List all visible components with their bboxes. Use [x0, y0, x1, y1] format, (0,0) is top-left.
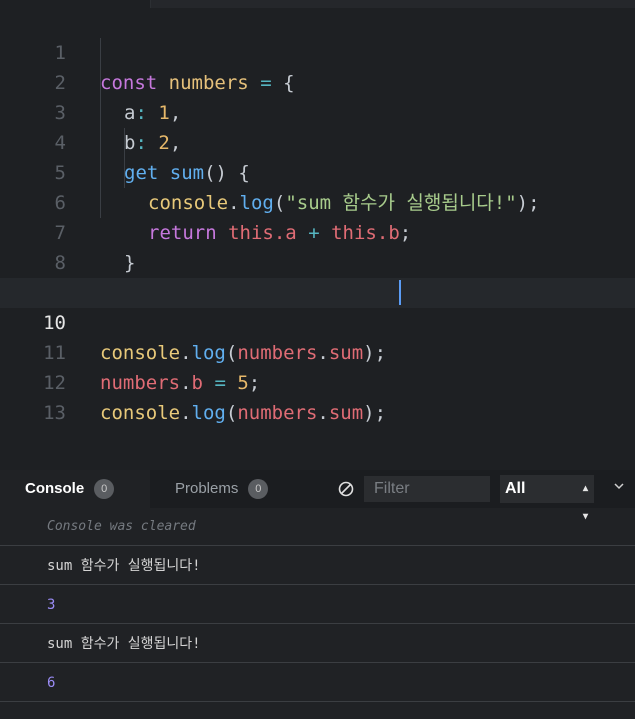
- console-panel: Console 0 Problems 0 All ▴▾ Console was cl…: [0, 470, 635, 719]
- code-line[interactable]: 2 a: 1,: [0, 38, 635, 124]
- console-message: 3: [0, 586, 635, 624]
- code-line[interactable]: 5 console.log("sum 함수가 실행됩니다!");: [0, 128, 635, 214]
- code-line[interactable]: 3 b: 2,: [0, 68, 635, 154]
- tab-console[interactable]: Console 0: [0, 470, 150, 508]
- filter-input[interactable]: [364, 476, 490, 502]
- clear-console-icon[interactable]: [338, 481, 354, 497]
- tab-label: Problems: [175, 480, 239, 497]
- code-line[interactable]: 8 };: [0, 218, 635, 304]
- chevron-down-icon[interactable]: [612, 479, 626, 493]
- code-line[interactable]: 4 get sum() {: [0, 98, 635, 184]
- code-editor[interactable]: 1 const numbers = { 2 a: 1, 3 b: 2, 4 ge…: [0, 0, 635, 470]
- log-level-select[interactable]: All ▴ ▾: [500, 475, 594, 522]
- console-toolbar: Console 0 Problems 0 All ▴▾: [0, 470, 635, 522]
- editor-top-strip: [150, 0, 635, 8]
- console-message: 6: [0, 664, 635, 702]
- tab-label: Console: [25, 480, 85, 497]
- code-line[interactable]: 7 }: [0, 188, 635, 274]
- code-line[interactable]: 1 const numbers = {: [0, 8, 635, 94]
- code-line-active[interactable]: 10 console.log(numbers.sum);: [0, 278, 635, 364]
- code-line[interactable]: 11 numbers.b = 5;: [0, 308, 635, 394]
- text-cursor: [399, 280, 401, 305]
- console-message: Console was cleared: [0, 508, 635, 546]
- line-number: 13: [43, 402, 66, 424]
- count-badge: 0: [94, 479, 115, 500]
- log-level-value: All: [505, 480, 526, 497]
- console-message: sum 함수가 실행됩니다!: [0, 625, 635, 663]
- code-line[interactable]: 9: [0, 248, 635, 304]
- code-line[interactable]: 13: [0, 368, 635, 424]
- count-badge: 0: [248, 479, 269, 500]
- code-text: console.log(numbers.sum);: [100, 402, 387, 424]
- code-line[interactable]: 6 return this.a + this.b;: [0, 158, 635, 244]
- console-message: sum 함수가 실행됩니다!: [0, 547, 635, 585]
- tab-problems[interactable]: Problems 0: [175, 470, 269, 508]
- code-line[interactable]: 12 console.log(numbers.sum);: [0, 338, 635, 424]
